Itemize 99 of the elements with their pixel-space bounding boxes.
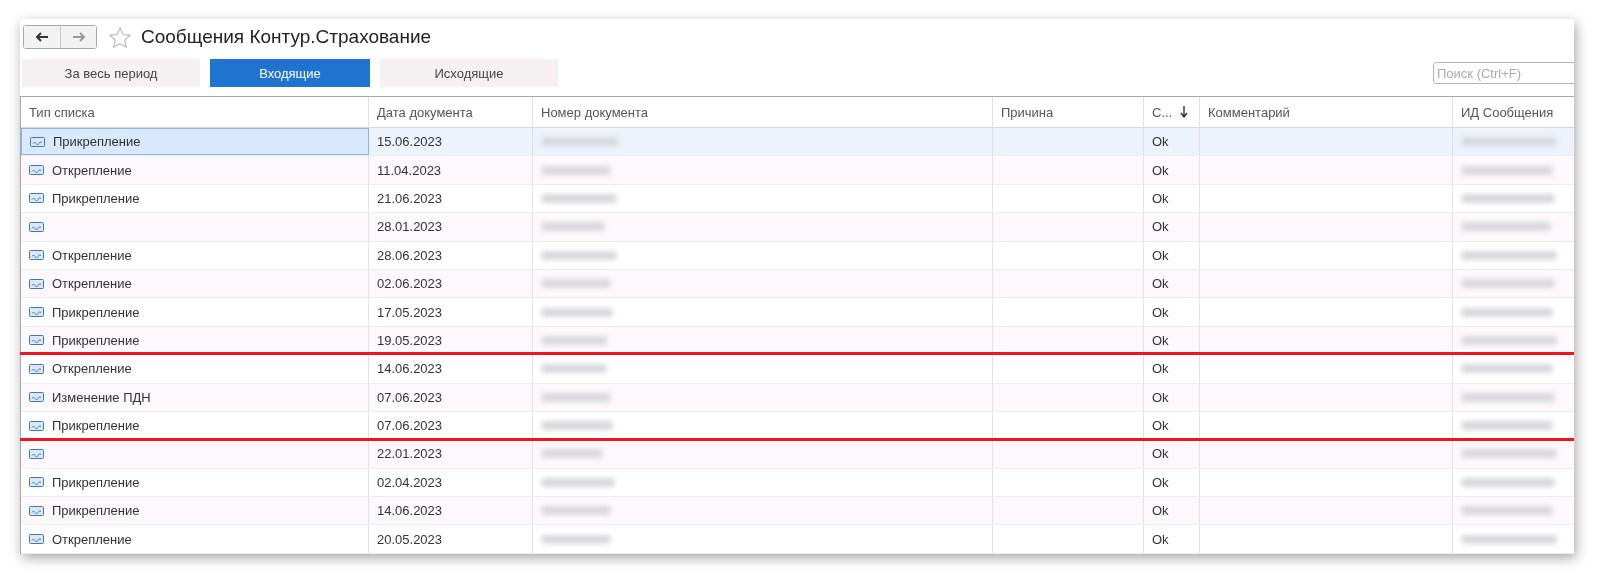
table-cell: Открепление [52,361,132,377]
table-row[interactable]: Открепление 14.06.2023 Ok [21,355,1574,384]
table-cell: Ok [1152,190,1169,206]
document-icon [29,250,44,261]
table-row[interactable]: 22.01.2023 Ok [21,440,1574,469]
document-icon [29,449,44,459]
blurred-text [541,335,607,345]
blurred-text [541,364,607,374]
table-cell: Ok [1152,219,1169,235]
table-row[interactable]: Прикрепление 21.06.2023 Ok [21,184,1574,214]
table-cell: 11.04.2023 [377,162,442,178]
table-cell: Ok [1152,304,1169,320]
column-header[interactable]: Комментарий [1200,97,1453,127]
table-cell: 28.01.2023 [377,219,443,235]
table-cell: 15.06.2023 [377,134,443,150]
document-icon [29,221,44,232]
table-cell: Прикрепление [52,474,140,490]
table-cell: Изменение ПДН [52,389,151,405]
blurred-text [541,392,611,402]
table-cell: Ok [1152,361,1169,377]
table-cell: Ok [1152,531,1169,547]
column-header[interactable]: С... [1144,97,1200,127]
back-button[interactable] [24,26,60,48]
table-row[interactable]: Открепление 02.06.2023 Ok [21,269,1574,299]
blurred-text [541,449,603,459]
table-row[interactable]: Открепление 11.04.2023 Ok [21,156,1574,185]
table-row[interactable]: Прикрепление 15.06.2023 Ok [21,128,1574,157]
table-cell: Открепление [52,247,132,263]
document-icon [29,392,44,403]
table-cell: Прикрепление [52,190,140,206]
table-cell: Ok [1152,134,1169,150]
column-header[interactable]: ИД Сообщения [1453,97,1574,127]
table-cell: 14.06.2023 [377,361,443,377]
document-icon [29,477,44,488]
document-icon [30,136,45,147]
left-arrow-icon [35,32,49,42]
table-cell: Ok [1152,418,1169,434]
right-arrow-icon [71,32,86,42]
table-cell: 28.06.2023 [377,247,443,263]
column-header[interactable]: Номер документа [533,97,993,127]
table-cell: 02.04.2023 [377,474,443,490]
table-cell: Прикрепление [52,503,140,519]
table-cell: Прикрепление [52,332,140,348]
table-cell: Открепление [52,162,132,178]
column-header[interactable]: Дата документа [369,97,533,127]
column-header[interactable]: Причина [993,97,1144,127]
table-cell: Ok [1152,474,1169,490]
table-cell: 21.06.2023 [377,190,443,206]
document-icon [29,420,44,431]
document-icon [29,335,44,346]
table-cell: Ok [1152,332,1169,348]
table-cell: 19.05.2023 [377,332,443,348]
document-icon [29,278,44,289]
table-cell: 20.05.2023 [377,531,443,547]
filter-tab[interactable]: Исходящие [380,59,558,87]
table-cell: 07.06.2023 [377,418,443,434]
table-cell: Ok [1152,389,1169,405]
table-row[interactable]: Прикрепление 14.06.2023 Ok [21,497,1574,526]
document-icon [29,534,44,545]
document-icon [29,307,44,318]
table-row[interactable]: Открепление 20.05.2023 Ok [21,525,1574,554]
table-cell: Прикрепление [52,304,140,320]
window-title: Сообщения Контур.Страхование [141,26,432,48]
table-cell: Ok [1152,446,1169,462]
table-cell: Открепление [52,531,132,547]
table-cell: 14.06.2023 [377,503,443,519]
star-icon[interactable] [109,26,131,48]
sort-arrow-icon [1180,106,1189,118]
table-cell: Ok [1152,503,1169,519]
table-cell: Открепление [52,276,132,292]
blurred-text [541,279,611,289]
table-cell: 22.01.2023 [377,446,443,462]
filter-tab[interactable]: Входящие [210,59,370,87]
blurred-text [541,421,613,431]
blurred-text [541,307,613,317]
table-cell: Прикрепление [52,418,140,434]
blurred-text [541,534,611,544]
table-row[interactable]: Прикрепление 17.05.2023 Ok [21,298,1574,327]
column-header[interactable]: Тип списка [21,97,369,127]
table-row[interactable]: Изменение ПДН 07.06.2023 Ok [21,383,1574,412]
table-row[interactable]: Открепление 28.06.2023 Ok [21,241,1574,270]
table-cell: Ok [1152,162,1169,178]
blurred-text [541,222,605,232]
table-row[interactable]: Прикрепление 02.04.2023 Ok [21,468,1574,498]
table-cell: 02.06.2023 [377,276,443,292]
table-cell: 07.06.2023 [377,389,443,405]
table-row[interactable]: 28.01.2023 Ok [21,213,1574,242]
document-icon [29,363,44,374]
blurred-text [541,165,611,175]
table-cell: Прикрепление [53,134,141,150]
table-cell: 17.05.2023 [377,304,443,320]
blurred-text [541,506,611,516]
document-icon [29,193,44,204]
document-icon [29,165,44,176]
filter-tab[interactable]: За весь период [22,59,200,87]
table-cell: Ok [1152,247,1169,263]
table-cell: Ok [1152,276,1169,292]
document-icon [29,505,44,516]
search-field[interactable]: Поиск (Ctrl+F) [1433,62,1574,84]
